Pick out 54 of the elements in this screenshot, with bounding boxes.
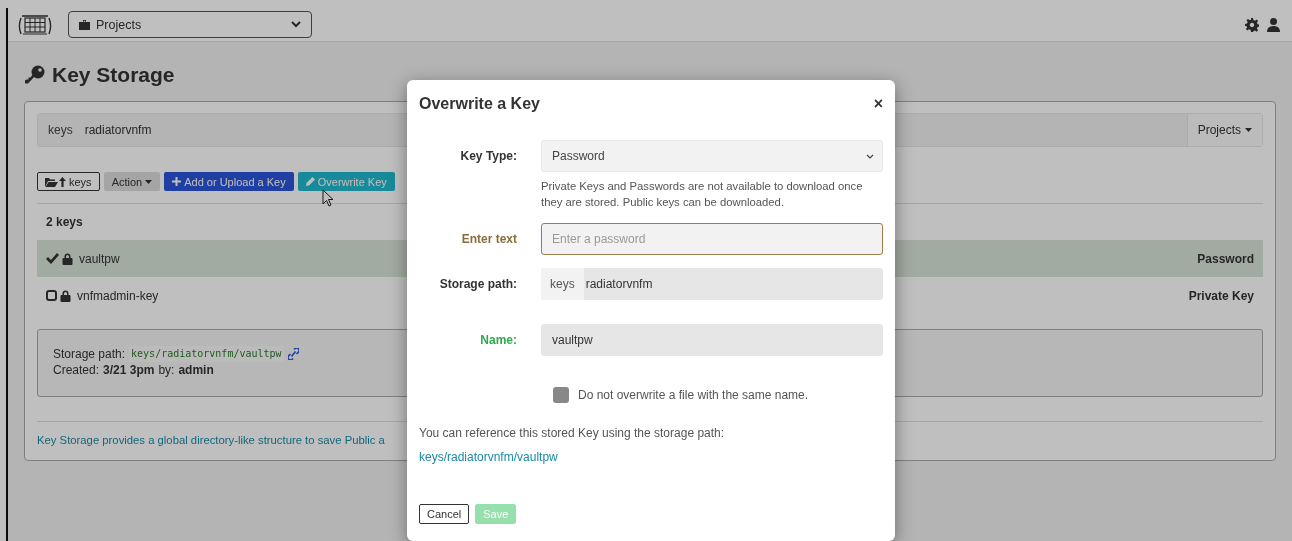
input-field[interactable]: vaultpw — [541, 324, 883, 356]
key-type: Password — [1197, 251, 1254, 266]
field-label: Key Type: — [459, 148, 517, 165]
pencil-icon — [305, 177, 315, 186]
by-label: by: — [158, 362, 175, 378]
storage-path-field[interactable]: keys radiatorvnfm — [541, 268, 883, 300]
field-label: Enter text — [460, 231, 517, 248]
check-icon[interactable] — [46, 253, 59, 264]
cursor-icon — [322, 189, 334, 207]
help-text: Private Keys and Passwords are not available to download once they are stored. Public keys can be downloaded. — [541, 179, 864, 210]
chevron-down-icon — [866, 153, 874, 159]
action-dropdown[interactable]: Action — [103, 172, 161, 191]
briefcase-icon — [79, 19, 90, 30]
storage-path-link[interactable]: keys/radiatorvnfm/vaultpw — [419, 450, 558, 464]
lock-icon — [60, 289, 71, 302]
input-field[interactable]: Enter a password — [541, 223, 883, 255]
parent-folder-button[interactable]: keys — [37, 172, 100, 191]
checkbox-label: Do not overwrite a file with the same name. — [578, 388, 809, 402]
projects-dropdown[interactable]: Projects — [1186, 114, 1262, 146]
settings-icon[interactable] — [1245, 17, 1259, 32]
close-button[interactable]: × — [873, 95, 883, 113]
folder-up-icon — [45, 176, 66, 187]
storage-path-label: Storage path: — [53, 346, 126, 362]
checkbox-icon[interactable] — [46, 290, 57, 301]
cancel-button[interactable]: Cancel — [419, 504, 470, 524]
key-name: vaultpw — [79, 251, 121, 266]
key-icon — [24, 65, 46, 85]
created-label: Created: — [53, 362, 100, 378]
created-date: 3/21 3pm — [103, 362, 155, 378]
modal-title: Overwrite a Key — [419, 95, 540, 113]
created-by: admin — [178, 362, 214, 378]
project-select[interactable]: Projects — [68, 11, 312, 38]
chevron-down-icon — [291, 21, 301, 28]
key-count: 2 keys — [46, 215, 83, 229]
field-label: Storage path: — [438, 276, 517, 293]
add-key-button[interactable]: Add or Upload a Key — [164, 172, 294, 191]
key-name: vnfmadmin-key — [77, 288, 160, 303]
lock-icon — [62, 252, 73, 265]
checkbox[interactable] — [553, 387, 569, 403]
key-type-select[interactable]: Password — [541, 140, 883, 172]
breadcrumb-link[interactable]: keys — [38, 123, 85, 137]
caret-icon — [1245, 128, 1252, 132]
storage-path-code: keys/radiatorvnfm/vaultpw — [129, 346, 284, 362]
page-title: Key Storage — [52, 63, 175, 87]
reference-text: You can reference this stored Key using the storage path: — [419, 426, 726, 440]
breadcrumb-path: radiatorvnfm — [84, 123, 153, 137]
plus-icon — [172, 177, 182, 186]
user-icon[interactable] — [1267, 17, 1280, 32]
field-label: Name: — [479, 332, 517, 349]
caret-icon — [145, 179, 153, 184]
key-type: Private Key — [1188, 288, 1254, 303]
link-icon[interactable] — [287, 348, 299, 360]
description-text: Key Storage provides a global directory-like structure to save Public a — [37, 434, 385, 446]
logo-icon[interactable] — [18, 12, 52, 37]
